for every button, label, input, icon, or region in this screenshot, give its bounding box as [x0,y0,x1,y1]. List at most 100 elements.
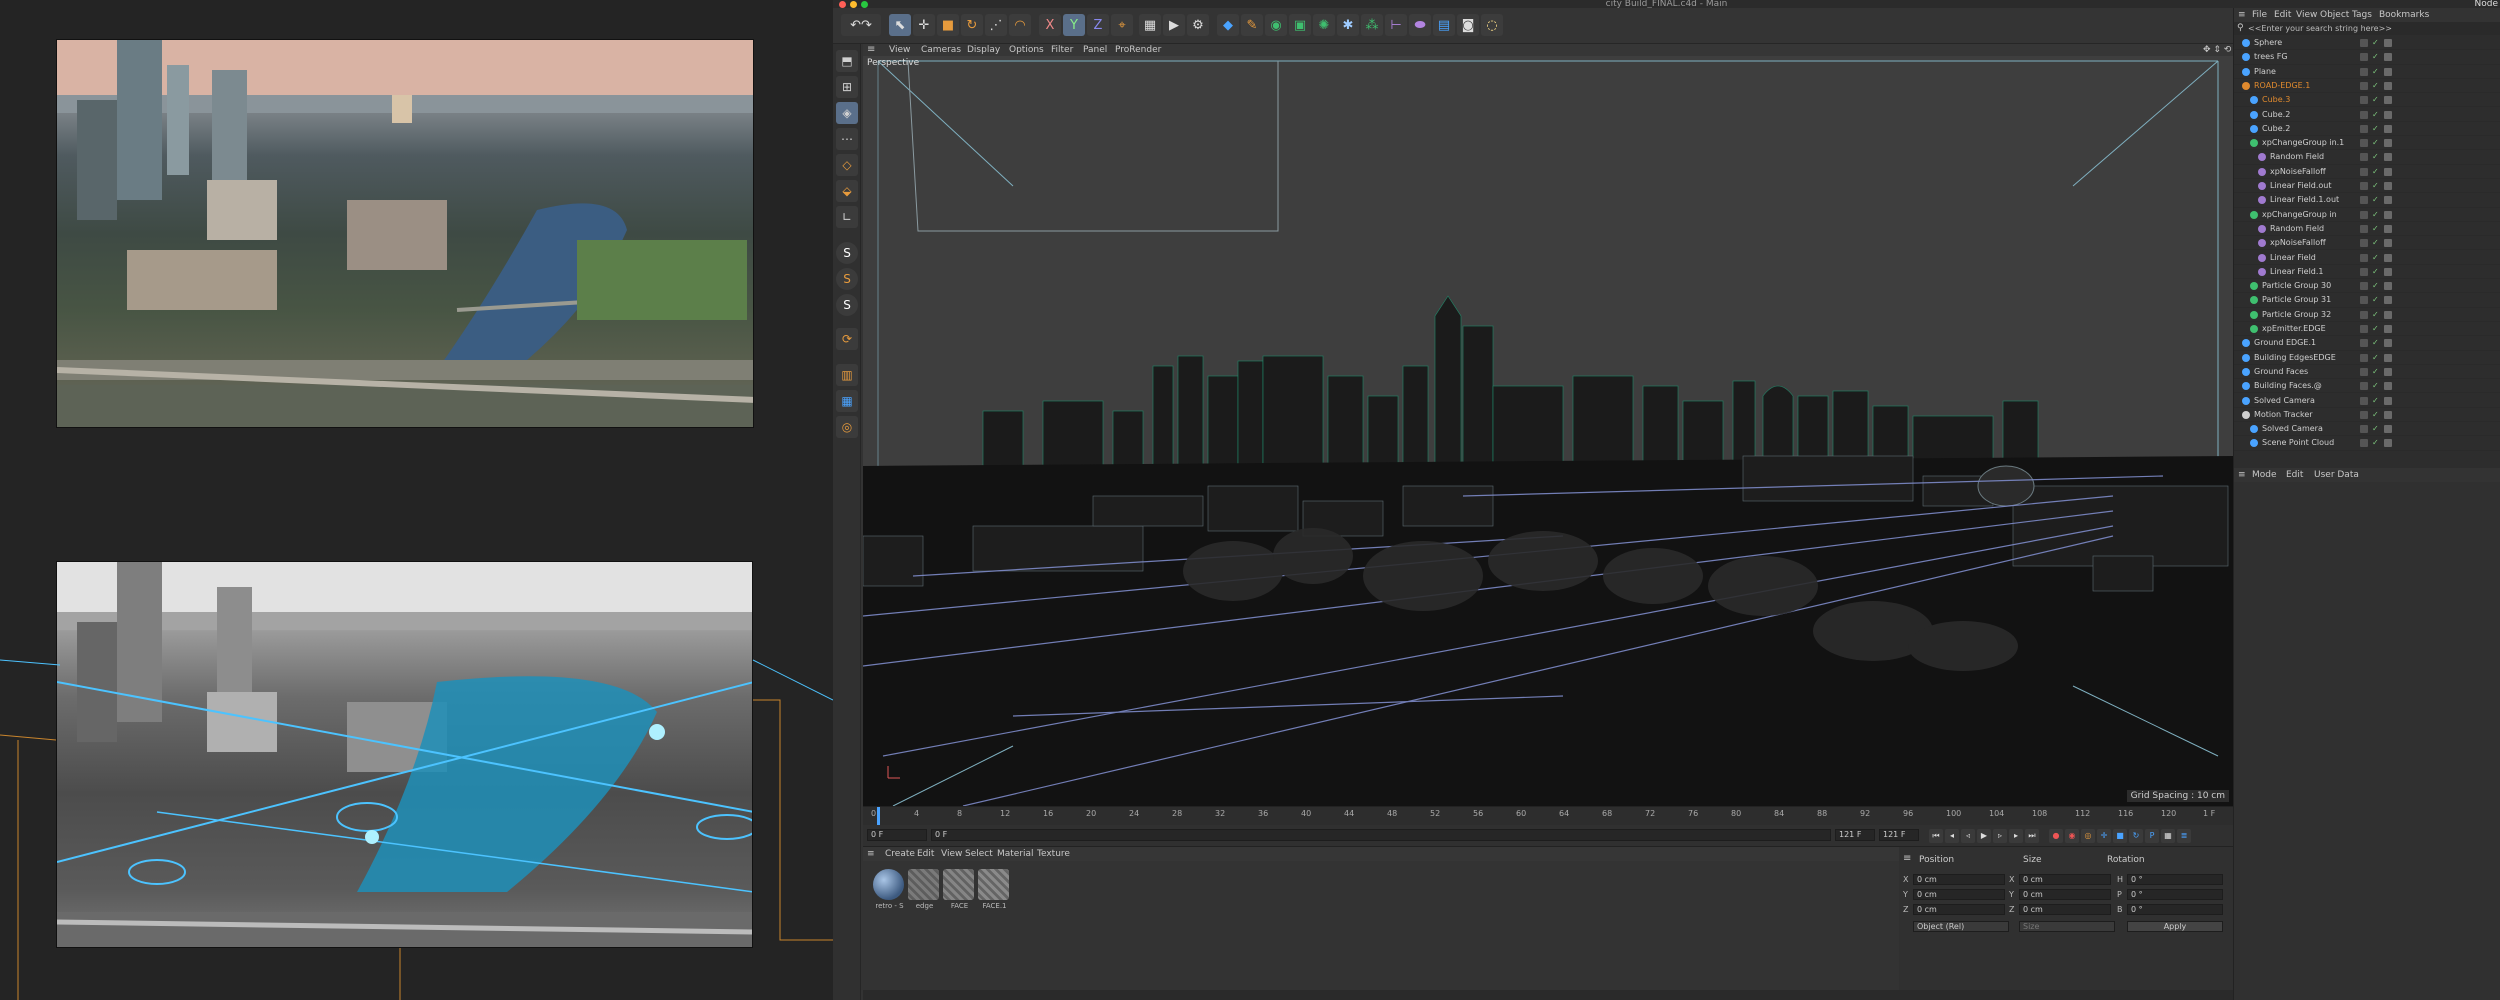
object-menu-tags[interactable]: Tags [2352,8,2372,22]
object-row[interactable]: Random Field ✓ [2234,150,2500,165]
object-row[interactable]: Particle Group 32 ✓ [2234,308,2500,322]
edges-mode-icon[interactable]: ◇ [836,154,858,176]
enabled-check-icon[interactable]: ✓ [2372,67,2379,76]
visibility-dots-icon[interactable] [2360,310,2368,319]
size-x-field[interactable]: 0 cm [2019,874,2111,885]
make-editable-icon[interactable]: ⬒ [836,50,858,72]
subdivision-icon[interactable]: ◉ [1265,14,1287,36]
mograph-icon[interactable]: ⁂ [1361,14,1383,36]
visibility-dots-icon[interactable] [2360,182,2368,190]
object-row[interactable]: Ground Faces ✓ [2234,365,2500,380]
field-icon[interactable]: ✱ [1337,14,1359,36]
material-tag-icon[interactable] [2384,139,2392,148]
z-axis-lock[interactable]: Z [1087,14,1109,36]
object-row[interactable]: xpChangeGroup in.1 ✓ [2234,136,2500,151]
enabled-check-icon[interactable]: ✓ [2372,410,2379,419]
enabled-check-icon[interactable]: ✓ [2372,153,2379,161]
object-menu-view[interactable]: View [2296,8,2317,22]
enabled-check-icon[interactable]: ✓ [2372,396,2379,405]
enabled-check-icon[interactable]: ✓ [2372,253,2379,262]
enabled-check-icon[interactable]: ✓ [2372,425,2379,433]
material-tag-icon[interactable] [2384,124,2392,133]
scene-icon[interactable]: ⬬ [1409,14,1431,36]
visibility-dots-icon[interactable] [2360,224,2368,233]
playhead[interactable] [877,807,880,825]
apply-button[interactable]: Apply [2127,921,2223,932]
workplane-icon[interactable]: ∟ [836,206,858,228]
size-y-field[interactable]: 0 cm [2019,889,2111,900]
object-menu-object[interactable]: Object [2320,8,2349,22]
enabled-check-icon[interactable]: ✓ [2372,210,2379,219]
recent-tools-icon[interactable]: ⋰ [985,14,1007,36]
viewport-menu-panel[interactable]: Panel [1083,44,1107,56]
rot-b-field[interactable]: 0 ° [2127,904,2223,915]
material-tag-icon[interactable] [2384,224,2392,233]
material-tag-icon[interactable] [2384,382,2392,391]
object-row[interactable]: Linear Field.1 ✓ [2234,265,2500,280]
viewport-menu-options[interactable]: Options [1009,44,1044,56]
visibility-dots-icon[interactable] [2360,124,2368,133]
object-row[interactable]: Particle Group 31 ✓ [2234,293,2500,308]
viewport-menu-toggle-icon[interactable]: ≡ [867,44,875,56]
axis-mode-icon[interactable]: ▦ [836,390,858,412]
scale-key-icon[interactable]: ■ [2113,829,2127,843]
object-row[interactable]: Scene Point Cloud ✓ [2234,436,2500,451]
minimize-window-icon[interactable] [850,1,857,8]
object-row[interactable]: xpEmitter.EDGE ✓ [2234,322,2500,337]
camera-icon[interactable]: ◙ [1457,14,1479,36]
visibility-dots-icon[interactable] [2360,239,2368,248]
cube-icon[interactable]: ◆ [1217,14,1239,36]
enabled-check-icon[interactable]: ✓ [2372,39,2379,47]
size-z-field[interactable]: 0 cm [2019,904,2111,915]
material-menu-create[interactable]: Create [885,847,915,861]
array-icon[interactable]: ▣ [1289,14,1311,36]
material-tag-icon[interactable] [2384,267,2392,276]
y-axis-lock[interactable]: Y [1063,14,1085,36]
viewport-menu-cameras[interactable]: Cameras [921,44,961,56]
attribute-menu-edit[interactable]: Edit [2286,468,2303,482]
coord-menu-icon[interactable]: ≡ [1903,853,1911,864]
object-row[interactable]: Building Faces.@ ✓ [2234,379,2500,394]
visibility-dots-icon[interactable] [2360,353,2368,362]
object-row[interactable]: Sphere ✓ [2234,36,2500,51]
live-selection-icon[interactable]: ◠ [1009,14,1031,36]
enabled-check-icon[interactable]: ✓ [2372,267,2379,276]
rotate-tool-icon[interactable]: ↻ [961,14,983,36]
material-menu-select[interactable]: Select [965,847,993,861]
visibility-dots-icon[interactable] [2360,253,2368,262]
light-icon[interactable]: ◌ [1481,14,1503,36]
floor-icon[interactable]: ▤ [1433,14,1455,36]
close-window-icon[interactable] [839,1,846,8]
x-axis-lock[interactable]: X [1039,14,1061,36]
attribute-menu-user-data[interactable]: User Data [2314,468,2359,482]
texture-mode-icon[interactable]: ▥ [836,364,858,386]
enabled-check-icon[interactable]: ✓ [2372,296,2379,304]
object-row[interactable]: xpChangeGroup in ✓ [2234,208,2500,222]
select-tool-icon[interactable]: ⬉ [889,14,911,36]
enabled-check-icon[interactable]: ✓ [2372,282,2379,290]
visibility-dots-icon[interactable] [2360,367,2368,376]
visibility-dots-icon[interactable] [2360,382,2368,391]
material-tag-icon[interactable] [2384,167,2392,176]
visibility-dots-icon[interactable] [2360,110,2368,119]
rot-h-field[interactable]: 0 ° [2127,874,2223,885]
visibility-dots-icon[interactable] [2360,53,2368,62]
solo-icon[interactable]: S [836,242,858,264]
visibility-dots-icon[interactable] [2360,410,2368,419]
attribute-menu-mode[interactable]: Mode [2252,468,2277,482]
next-frame-icon[interactable]: ▹ [1993,829,2007,843]
enabled-check-icon[interactable]: ✓ [2372,167,2379,176]
enabled-check-icon[interactable]: ✓ [2372,124,2379,133]
enabled-check-icon[interactable]: ✓ [2372,196,2379,204]
material-tag-icon[interactable] [2384,253,2392,262]
enabled-check-icon[interactable]: ✓ [2372,239,2379,247]
material-tag-icon[interactable] [2384,39,2392,47]
pen-spline-icon[interactable]: ✎ [1241,14,1263,36]
autokey-icon[interactable]: ◉ [2065,829,2079,843]
material-swatch[interactable]: edge [908,869,941,917]
next-key-icon[interactable]: ▸ [2009,829,2023,843]
object-mode-icon[interactable]: ◈ [836,102,858,124]
material-tag-icon[interactable] [2384,325,2392,333]
coordinate-system-icon[interactable]: ⌖ [1111,14,1133,36]
enabled-check-icon[interactable]: ✓ [2372,439,2379,447]
